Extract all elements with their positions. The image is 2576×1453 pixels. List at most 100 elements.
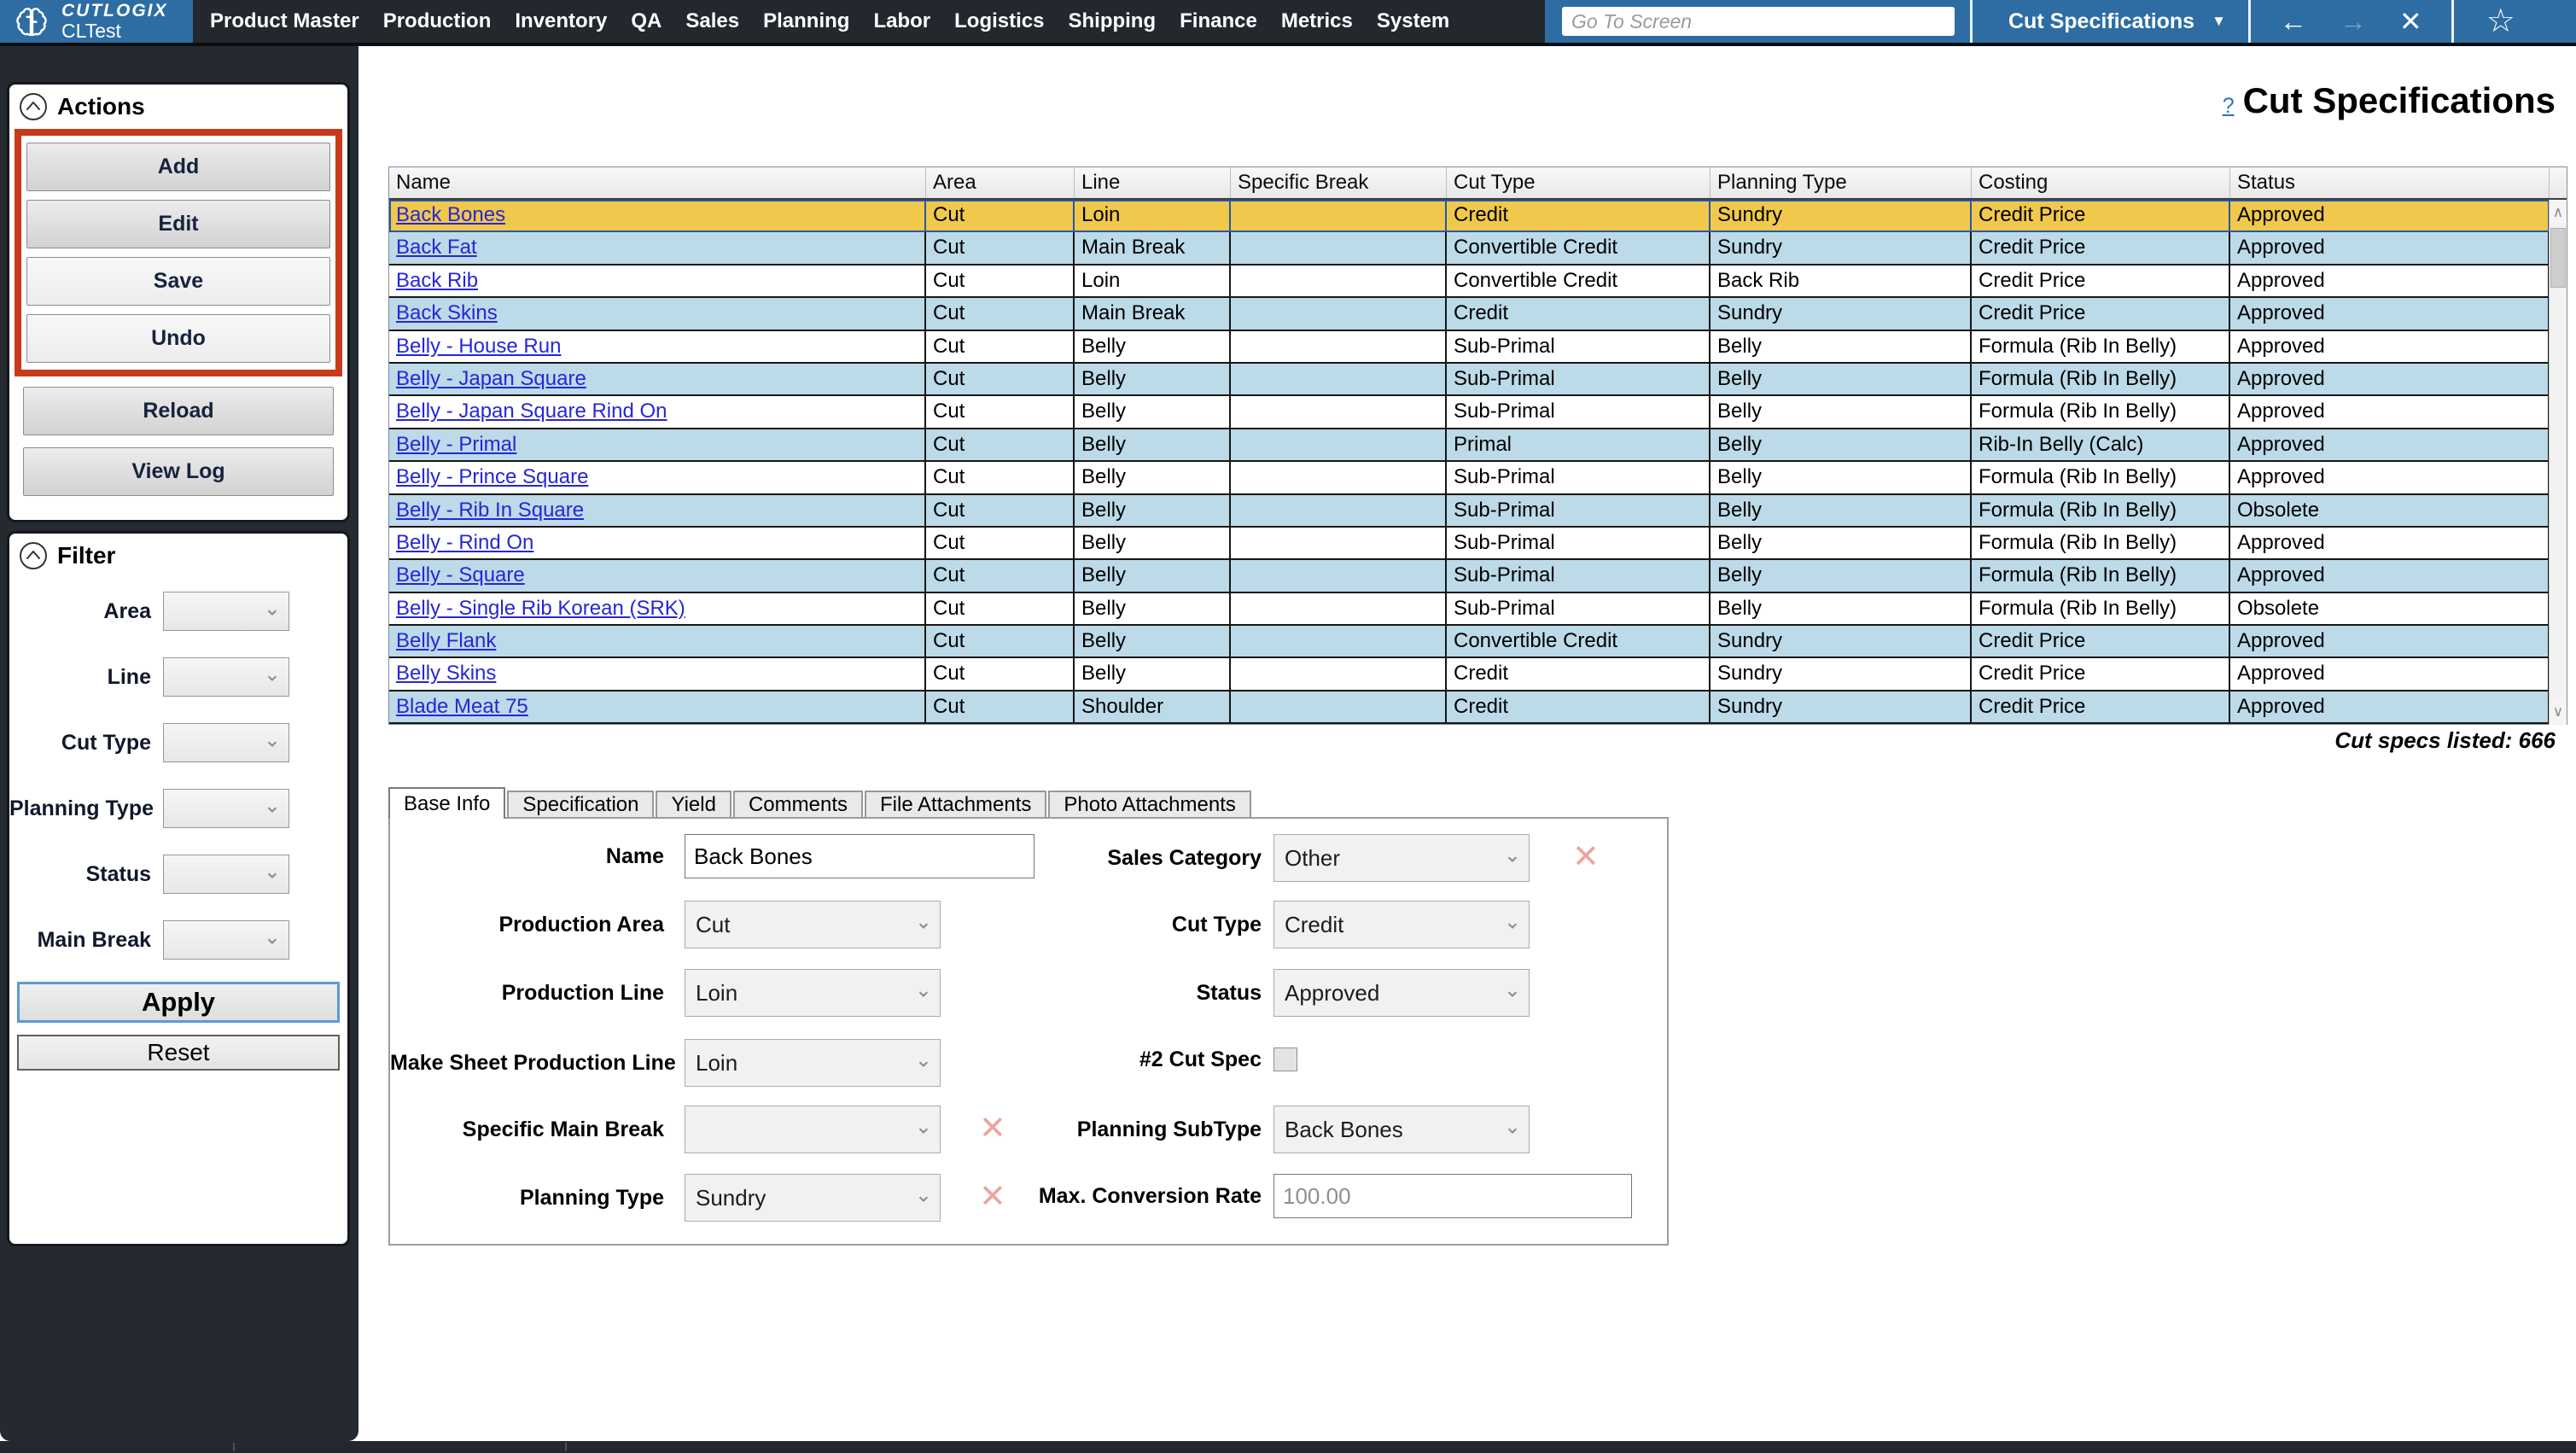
table-row[interactable]: Belly - Rib In SquareCutBellySub-PrimalB… [389, 495, 2550, 528]
cut-type-combo[interactable]: Credit ⌄ [1273, 901, 1530, 948]
nav-item-qa[interactable]: QA [619, 9, 673, 33]
nav-item-sales[interactable]: Sales [673, 9, 751, 33]
tab-file-attachments[interactable]: File Attachments [865, 791, 1046, 817]
cut-spec-link[interactable]: Back Bones [396, 203, 505, 226]
tab-base-info[interactable]: Base Info [388, 787, 505, 819]
view-log-button[interactable]: View Log [23, 447, 334, 496]
tab-photo-attachments[interactable]: Photo Attachments [1048, 791, 1250, 817]
table-row[interactable]: Blade Meat 75CutShoulderCreditSundryCred… [389, 691, 2550, 724]
cut-spec-link[interactable]: Belly - Square [396, 563, 525, 586]
column-header-cut-type[interactable]: Cut Type [1447, 167, 1711, 198]
table-row[interactable]: Belly - PrimalCutBellyPrimalBellyRib-In … [389, 429, 2550, 462]
cut-spec-link[interactable]: Belly - Japan Square [396, 367, 586, 390]
scroll-up-icon[interactable]: ∧ [2550, 200, 2567, 225]
nav-item-production[interactable]: Production [371, 9, 504, 33]
screen-selector-dropdown[interactable]: Cut Specifications ▼ [1986, 9, 2248, 34]
column-header-costing[interactable]: Costing [1972, 167, 2230, 198]
table-row[interactable]: Belly FlankCutBellyConvertible CreditSun… [389, 626, 2550, 658]
cut-spec-link[interactable]: Belly - Primal [396, 433, 516, 456]
table-row[interactable]: Belly - Rind OnCutBellySub-PrimalBellyFo… [389, 528, 2550, 560]
reload-button[interactable]: Reload [23, 387, 334, 435]
max-conversion-rate-input[interactable] [1273, 1174, 1632, 1218]
clear-sales-category-icon[interactable]: ✕ [1572, 841, 1600, 873]
undo-button[interactable]: Undo [26, 314, 330, 363]
planning-type-combo[interactable]: Sundry ⌄ [685, 1174, 941, 1222]
nav-item-labor[interactable]: Labor [861, 9, 942, 33]
table-row[interactable]: Belly - SquareCutBellySub-PrimalBellyFor… [389, 560, 2550, 592]
filter-combo-line[interactable]: ⌄ [163, 657, 289, 697]
reset-button[interactable]: Reset [17, 1035, 340, 1071]
filter-combo-cut-type[interactable]: ⌄ [163, 723, 289, 762]
cut-spec-link[interactable]: Belly - Single Rib Korean (SRK) [396, 597, 685, 620]
add-button[interactable]: Add [26, 143, 330, 191]
cut-spec-link[interactable]: Back Fat [396, 236, 477, 259]
collapse-chevron-up-icon[interactable] [18, 91, 49, 122]
planning-subtype-combo[interactable]: Back Bones ⌄ [1273, 1106, 1530, 1153]
filter-combo-planning-type[interactable]: ⌄ [163, 789, 289, 828]
nav-item-planning[interactable]: Planning [751, 9, 861, 33]
apply-button[interactable]: Apply [17, 982, 340, 1023]
column-header-status[interactable]: Status [2230, 167, 2550, 198]
filter-combo-main-break[interactable]: ⌄ [163, 920, 289, 960]
cut-spec-link[interactable]: Belly - Japan Square Rind On [396, 400, 667, 423]
table-row[interactable]: Back FatCutMain BreakConvertible CreditS… [389, 232, 2550, 265]
tab-specification[interactable]: Specification [507, 791, 654, 817]
column-header-planning-type[interactable]: Planning Type [1711, 167, 1972, 198]
collapse-chevron-up-icon[interactable] [18, 540, 49, 571]
column-header-specific-break[interactable]: Specific Break [1231, 167, 1447, 198]
cut-spec-link[interactable]: Belly - Rind On [396, 531, 533, 554]
nav-item-logistics[interactable]: Logistics [942, 9, 1056, 33]
make-sheet-production-line-combo[interactable]: Loin ⌄ [685, 1039, 941, 1087]
back-icon[interactable]: ← [2280, 8, 2307, 35]
tab-yield[interactable]: Yield [656, 791, 731, 817]
cut-spec-link[interactable]: Belly - Prince Square [396, 465, 588, 488]
tab-comments[interactable]: Comments [733, 791, 863, 817]
nav-item-finance[interactable]: Finance [1168, 9, 1269, 33]
production-area-combo[interactable]: Cut ⌄ [685, 901, 941, 948]
help-link[interactable]: ? [2223, 94, 2235, 119]
status-combo[interactable]: Approved ⌄ [1273, 969, 1530, 1017]
forward-icon[interactable]: → [2340, 8, 2367, 35]
filter-combo-area[interactable]: ⌄ [163, 592, 289, 631]
close-icon[interactable]: ✕ [2399, 8, 2422, 35]
column-header-line[interactable]: Line [1075, 167, 1231, 198]
save-button[interactable]: Save [26, 257, 330, 306]
column-header-area[interactable]: Area [926, 167, 1075, 198]
table-row[interactable]: Belly - House RunCutBellySub-PrimalBelly… [389, 331, 2550, 364]
nav-item-inventory[interactable]: Inventory [503, 9, 619, 33]
production-line-combo[interactable]: Loin ⌄ [685, 969, 941, 1017]
sales-category-combo[interactable]: Other ⌄ [1273, 834, 1530, 882]
cut-spec-link[interactable]: Belly Skins [396, 662, 496, 685]
nav-item-metrics[interactable]: Metrics [1269, 9, 1365, 33]
cut-spec-link[interactable]: Belly - House Run [396, 335, 561, 358]
cut-spec-2-checkbox[interactable] [1273, 1047, 1297, 1071]
table-row[interactable]: Back RibCutLoinConvertible CreditBack Ri… [389, 266, 2550, 298]
edit-button[interactable]: Edit [26, 200, 330, 248]
nav-item-product-master[interactable]: Product Master [198, 9, 371, 33]
cell-cut-type: Sub-Primal [1447, 396, 1711, 427]
table-row[interactable]: Belly - Single Rib Korean (SRK)CutBellyS… [389, 593, 2550, 626]
cut-spec-link[interactable]: Belly - Rib In Square [396, 499, 584, 522]
nav-item-shipping[interactable]: Shipping [1056, 9, 1168, 33]
planning-subtype-label: Planning SubType [988, 1106, 1273, 1153]
table-row[interactable]: Belly - Japan Square Rind OnCutBellySub-… [389, 396, 2550, 429]
go-to-screen-input[interactable] [1562, 7, 1955, 36]
filter-combo-status[interactable]: ⌄ [163, 855, 289, 894]
cut-spec-link[interactable]: Belly Flank [396, 629, 496, 652]
specific-main-break-combo[interactable]: ⌄ [685, 1106, 941, 1153]
scrollbar-thumb[interactable] [2550, 228, 2566, 288]
table-row[interactable]: Belly - Prince SquareCutBellySub-PrimalB… [389, 462, 2550, 494]
cut-spec-link[interactable]: Back Rib [396, 269, 478, 292]
vertical-scrollbar[interactable]: ∧ ∨ [2549, 200, 2567, 725]
name-input[interactable] [685, 834, 1034, 878]
cut-spec-link[interactable]: Back Skins [396, 301, 498, 324]
table-row[interactable]: Belly SkinsCutBellyCreditSundryCredit Pr… [389, 658, 2550, 691]
table-row[interactable]: Back BonesCutLoinCreditSundryCredit Pric… [389, 200, 2550, 232]
table-row[interactable]: Back SkinsCutMain BreakCreditSundryCredi… [389, 298, 2550, 330]
table-row[interactable]: Belly - Japan SquareCutBellySub-PrimalBe… [389, 364, 2550, 396]
column-header-name[interactable]: Name [389, 167, 926, 198]
favorite-star-icon[interactable]: ☆ [2454, 5, 2548, 38]
cut-spec-link[interactable]: Blade Meat 75 [396, 695, 528, 718]
scroll-down-icon[interactable]: ∨ [2550, 699, 2567, 725]
nav-item-system[interactable]: System [1365, 9, 1461, 33]
